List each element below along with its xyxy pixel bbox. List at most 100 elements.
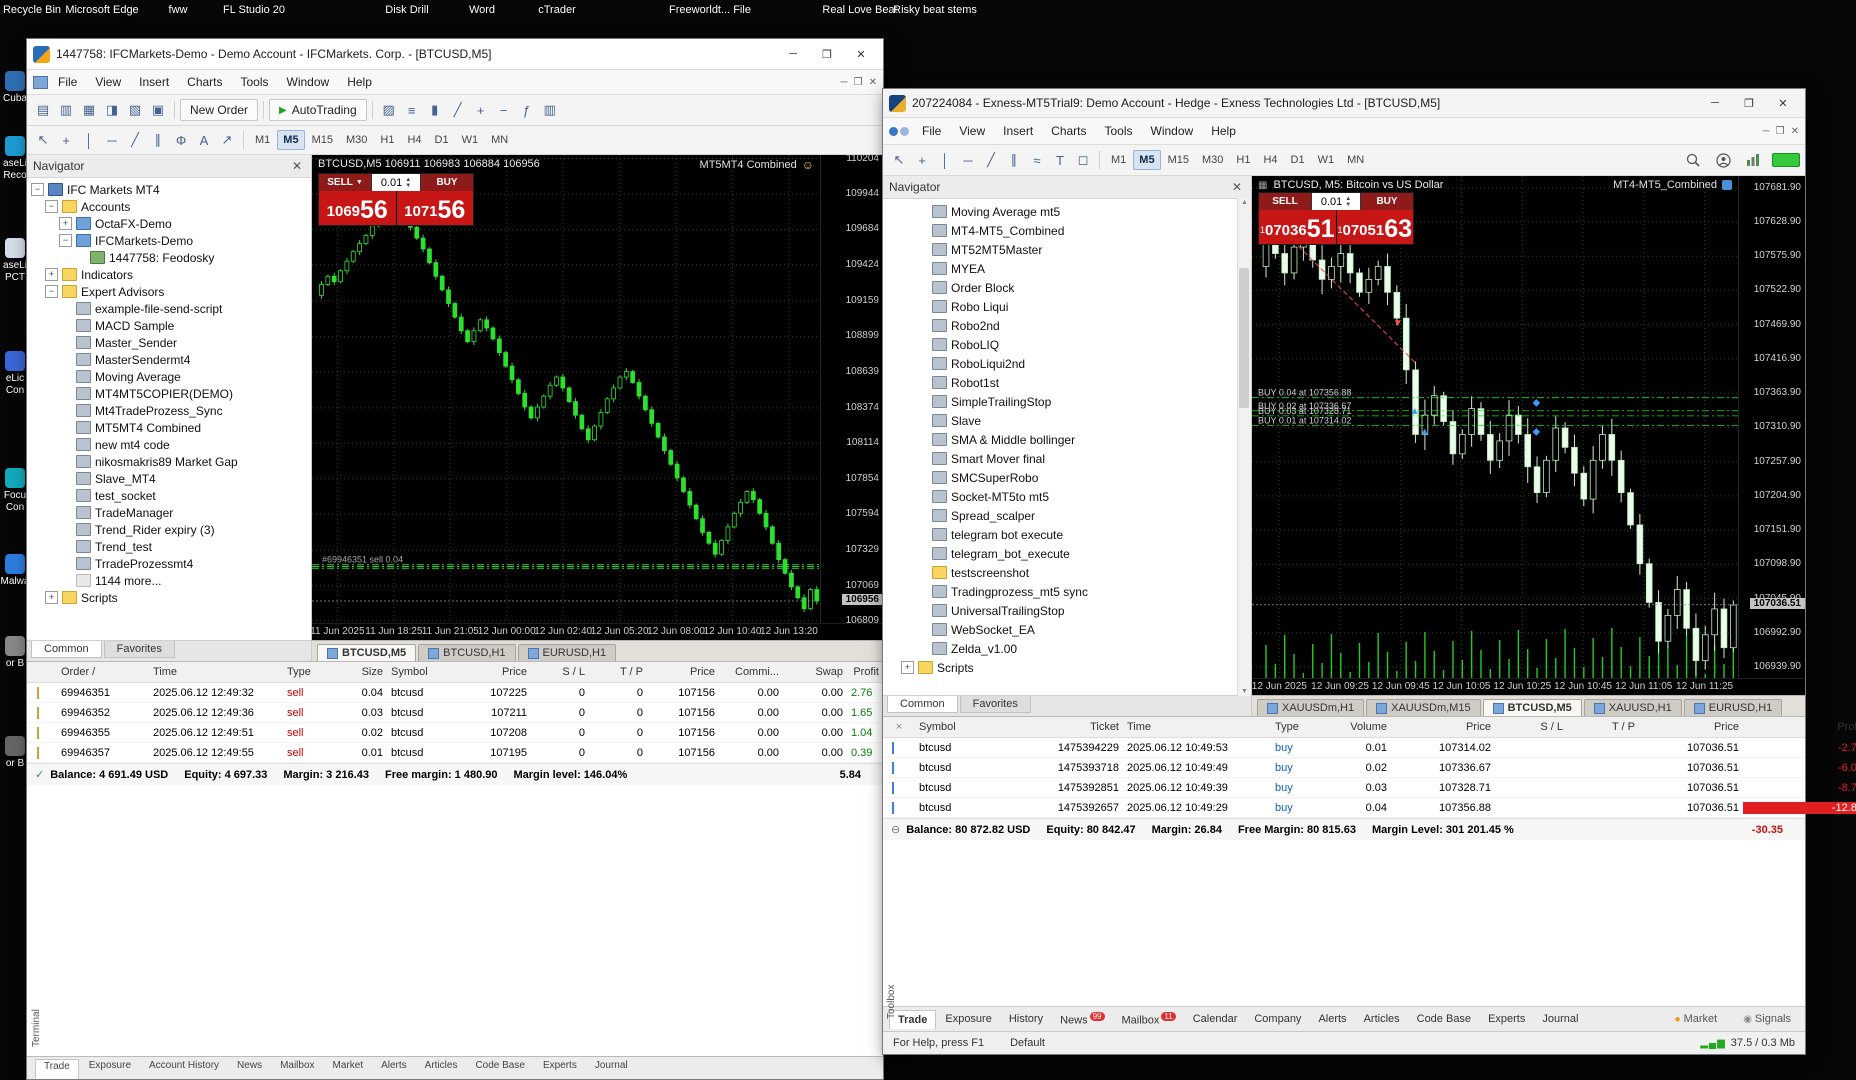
column-header-price[interactable]: Price	[647, 666, 719, 678]
mt4-time-axis[interactable]: 11 Jun 2025 11 Jun 18:25 11 Jun 21:05 12 Ju…	[310, 623, 883, 640]
mt4-nav-item-ifcmarkets-demo[interactable]: − IFCMarkets-Demo	[29, 232, 297, 249]
mt4-nav-item-mastersendermt4[interactable]: MasterSendermt4	[29, 351, 297, 368]
mt4-nav-item-nikosmakris89-market-gap[interactable]: nikosmakris89 Market Gap	[29, 453, 297, 470]
mt5-nav-item-telegram-bot-execute[interactable]: telegram bot execute	[885, 525, 1237, 544]
mt4-nav-item-accounts[interactable]: − Accounts	[29, 198, 297, 215]
timeframe-m15[interactable]: M15	[306, 130, 339, 150]
mdi-minimize-icon[interactable]: ─	[841, 77, 848, 88]
mdi-minimize-icon[interactable]: ─	[1763, 126, 1770, 137]
column-header-type[interactable]: Type	[1271, 721, 1327, 733]
table-row[interactable]: btcusd 1475394229 2025.06.12 10:49:53 buy 0.…	[883, 738, 1856, 758]
mt4-nav-item-trend-test[interactable]: Trend_test	[29, 538, 297, 555]
mt4-terminal-tab-trade[interactable]: Trade	[35, 1059, 79, 1079]
desktop-icon-microsoft-edge[interactable]: Microsoft Edge	[59, 4, 145, 17]
mt4-terminal-tab-code-base[interactable]: Code Base	[467, 1059, 532, 1079]
mt4-menu-window[interactable]: Window	[279, 73, 338, 91]
mt5-nav-item-moving-average-mt5[interactable]: Moving Average mt5	[885, 202, 1237, 221]
horizontal-line-icon[interactable]: ─	[957, 149, 979, 171]
terminal-icon[interactable]: ▣	[147, 99, 169, 121]
table-row[interactable]: 69946352 2025.06.12 12:49:36 sell 0.03 btcus…	[27, 703, 883, 723]
mt4-nav-item-scripts[interactable]: + Scripts	[29, 589, 297, 606]
mt4-nav-item-expert-advisors[interactable]: − Expert Advisors	[29, 283, 297, 300]
mt5-menu-help[interactable]: Help	[1203, 122, 1244, 140]
mt4-chart-tab-btcusd-m5[interactable]: BTCUSD,M5	[317, 644, 417, 661]
mt5-toolbox-tab-market[interactable]: ● Market	[1667, 1010, 1726, 1028]
desktop-icon-fl-studio-20[interactable]: FL Studio 20	[211, 4, 297, 17]
mt5-sell-price[interactable]: 1 07036 51	[1259, 210, 1336, 244]
indicators-icon[interactable]: ƒ	[516, 99, 538, 121]
mt4-chart-tab-eurusd-h1[interactable]: EURUSD,H1	[517, 644, 617, 661]
horizontal-line-icon[interactable]: ─	[101, 129, 123, 151]
mt5-chart-tab-btcusd-m5[interactable]: BTCUSD,M5	[1482, 699, 1582, 716]
desktop-icon-disk-drill[interactable]: Disk Drill	[364, 4, 450, 17]
mt4-terminal-tab-news[interactable]: News	[229, 1059, 270, 1079]
tree-expand-icon[interactable]: +	[59, 217, 72, 230]
fibonacci-icon[interactable]: Φ	[170, 129, 192, 151]
lot-stepper-icon[interactable]: ▲ ▼	[405, 177, 411, 189]
vertical-line-icon[interactable]: │	[78, 129, 100, 151]
mt4-menu-view[interactable]: View	[87, 73, 129, 91]
trendline-icon[interactable]: ╱	[980, 149, 1002, 171]
desktop-icon-word[interactable]: Word	[439, 4, 525, 17]
mt4-nav-item-mt4mt5copier-demo[interactable]: MT4MT5COPIER(DEMO)	[29, 385, 297, 402]
scroll-up-icon[interactable]: ▲	[1238, 199, 1251, 206]
mt4-nav-item-trradeprozessmt4[interactable]: TrradeProzessmt4	[29, 555, 297, 572]
mt5-nav-item-smart-mover-final[interactable]: Smart Mover final	[885, 449, 1237, 468]
mt5-nav-item-zelda-v1-00[interactable]: Zelda_v1.00	[885, 639, 1237, 658]
mt4-nav-item-indicators[interactable]: + Indicators	[29, 266, 297, 283]
mt4-nav-item-ifc-markets-mt4[interactable]: − IFC Markets MT4	[29, 181, 297, 198]
channel-icon[interactable]: ∥	[147, 129, 169, 151]
market-watch-icon[interactable]: ▦	[78, 99, 100, 121]
cursor-icon[interactable]: ↖	[32, 129, 54, 151]
column-header-t-p[interactable]: T / P	[1567, 721, 1639, 733]
column-header-profit[interactable]: Profit	[1743, 721, 1856, 733]
mt4-terminal-tab-articles[interactable]: Articles	[417, 1059, 466, 1079]
column-header-ticket[interactable]: Ticket	[1015, 721, 1123, 733]
desktop-icon-ctrader[interactable]: cTrader	[514, 4, 600, 17]
column-header-symbol[interactable]: Symbol	[915, 721, 1015, 733]
tree-expand-icon[interactable]: −	[45, 200, 58, 213]
mt4-nav-item-octafx-demo[interactable]: + OctaFX-Demo	[29, 215, 297, 232]
scroll-down-icon[interactable]: ▼	[1238, 688, 1251, 695]
mt5-menu-file[interactable]: File	[914, 122, 949, 140]
mt5-nav-item-roboliqui2nd[interactable]: RoboLiqui2nd	[885, 354, 1237, 373]
tree-expand-icon[interactable]: −	[59, 234, 72, 247]
desktop-icon-fww[interactable]: fww	[135, 4, 221, 17]
zoom-in-icon[interactable]: +	[470, 99, 492, 121]
mt5-minimize-button[interactable]: ─	[1699, 93, 1731, 113]
tree-expand-icon[interactable]: −	[45, 285, 58, 298]
bar-chart-icon[interactable]: ≡	[401, 99, 423, 121]
status-profile[interactable]: Default	[1010, 1037, 1071, 1049]
column-header-s-l[interactable]: S / L	[1495, 721, 1567, 733]
lot-stepper-icon[interactable]: ▲ ▼	[1345, 196, 1351, 208]
tree-expand-icon[interactable]: +	[901, 661, 914, 674]
mt4-chart-tab-btcusd-h1[interactable]: BTCUSD,H1	[418, 644, 516, 661]
column-header-volume[interactable]: Volume	[1327, 721, 1391, 733]
mt4-terminal-tab-exposure[interactable]: Exposure	[81, 1059, 139, 1079]
trendline-icon[interactable]: ╱	[124, 129, 146, 151]
new-order-button[interactable]: New Order	[180, 99, 259, 121]
desktop-icon-freeworldt-file[interactable]: Freeworldt... File	[667, 4, 753, 17]
timeframe-w1[interactable]: W1	[456, 130, 485, 150]
mt4-nav-item-mt4tradeprozess-sync[interactable]: Mt4TradeProzess_Sync	[29, 402, 297, 419]
mt5-nav-item-socket-mt5to-mt5[interactable]: Socket-MT5to mt5	[885, 487, 1237, 506]
mt5-toolbox-tab-calendar[interactable]: Calendar	[1185, 1010, 1246, 1028]
mt4-nav-item-new-mt4-code[interactable]: new mt4 code	[29, 436, 297, 453]
tree-expand-icon[interactable]: +	[45, 591, 58, 604]
mt5-price-axis[interactable]: 107681.90 107628.90 107575.90 107522.90 1074…	[1738, 176, 1805, 678]
mt4-titlebar[interactable]: 1447758: IFCMarkets-Demo - Demo Account …	[27, 39, 883, 70]
mt5-toolbox-tab-history[interactable]: History	[1001, 1010, 1051, 1028]
mt5-navigator-tab-common[interactable]: Common	[887, 696, 958, 713]
mt4-terminal-tab-alerts[interactable]: Alerts	[373, 1059, 415, 1079]
mt5-toolbox-tab-news[interactable]: News 99	[1052, 1009, 1112, 1030]
mt4-navigator-header[interactable]: Navigator ✕	[27, 155, 311, 178]
text-icon[interactable]: T	[1049, 149, 1071, 171]
depth-chart-icon[interactable]	[1742, 149, 1764, 171]
mt4-nav-item-slave-mt4[interactable]: Slave_MT4	[29, 470, 297, 487]
mt5-nav-item-myea[interactable]: MYEA	[885, 259, 1237, 278]
autotrading-button[interactable]: ▶ AutoTrading	[269, 99, 367, 121]
mt4-nav-item-trademanager[interactable]: TradeManager	[29, 504, 297, 521]
table-row[interactable]: 69946357 2025.06.12 12:49:55 sell 0.01 btcus…	[27, 743, 883, 763]
mt4-window[interactable]: 1447758: IFCMarkets-Demo - Demo Account …	[26, 38, 884, 1080]
mdi-close-icon[interactable]: ✕	[1791, 126, 1799, 137]
